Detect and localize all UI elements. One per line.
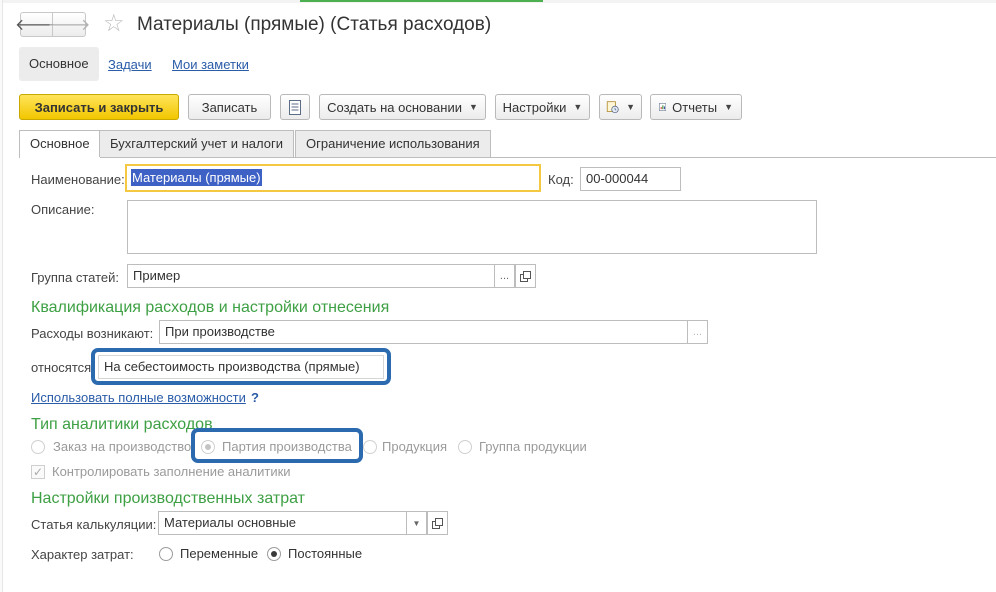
report-icon [659, 103, 667, 111]
code-label: Код: [548, 172, 574, 187]
name-value: Материалы (прямые) [131, 169, 262, 186]
control-analytics-checkbox[interactable]: ✓ Контролировать заполнение аналитики [31, 464, 291, 479]
section-tab-main[interactable]: Основное [19, 47, 99, 81]
forward-button[interactable]: 🡒 [48, 12, 90, 37]
arrow-right-icon: 🡒 [47, 17, 91, 34]
save-and-close-label: Записать и закрыть [34, 99, 164, 115]
tab-main[interactable]: Основное [19, 130, 101, 158]
attributed-field[interactable]: На себестоимость производства (прямые) [98, 355, 384, 379]
ellipsis-icon: ... [499, 270, 510, 282]
name-field[interactable]: Материалы (прямые) [125, 164, 541, 192]
production-heading: Настройки производственных затрат [31, 490, 305, 507]
radio-indicator [458, 439, 472, 454]
radio-fixed[interactable]: Постоянные [267, 546, 362, 561]
attachments-icon [606, 101, 619, 114]
radio-product[interactable]: Продукция [363, 439, 447, 454]
arise-label: Расходы возникают: [31, 326, 154, 341]
radio-indicator [159, 546, 173, 561]
document-list-icon [289, 99, 301, 115]
radio-indicator [201, 439, 215, 454]
radio-indicator [363, 439, 377, 454]
create-based-on-label: Создать на основании [327, 99, 462, 115]
star-icon[interactable]: ☆ [103, 12, 125, 36]
description-field[interactable] [127, 200, 817, 254]
ellipsis-icon: ... [692, 326, 703, 338]
group-select-button[interactable]: ... [494, 264, 515, 288]
arise-select-button[interactable]: ... [687, 320, 708, 344]
chevron-down-icon: ▼ [573, 102, 583, 112]
chevron-down-icon: ▼ [724, 102, 733, 112]
chevron-down-icon: ▼ [468, 102, 478, 112]
save-label: Записать [201, 99, 258, 115]
left-edge [0, 0, 3, 592]
top-border [0, 0, 996, 3]
checkmark-icon: ✓ [31, 464, 45, 479]
radio-variable[interactable]: Переменные [159, 546, 258, 561]
section-tab-notes[interactable]: Мои заметки [172, 57, 249, 72]
attachments-button[interactable]: ▼ [599, 94, 642, 120]
attributed-label: относятся [31, 360, 92, 375]
group-label: Группа статей: [31, 270, 119, 285]
open-icon [520, 270, 531, 282]
chevron-down-icon: ▼ [626, 102, 635, 112]
save-button[interactable]: Записать [188, 94, 271, 120]
radio-label: Группа продукции [479, 439, 587, 454]
description-label: Описание: [31, 202, 95, 217]
document-list-button[interactable] [280, 94, 310, 120]
radio-label: Постоянные [288, 546, 363, 561]
settings-label: Настройки [502, 99, 567, 115]
arise-field[interactable]: При производстве [159, 320, 688, 344]
name-label: Наименование: [31, 172, 125, 187]
checkbox-label: Контролировать заполнение аналитики [52, 464, 291, 479]
group-open-button[interactable] [515, 264, 536, 288]
radio-label: Переменные [180, 546, 259, 561]
use-full-features-link[interactable]: Использовать полные возможности [31, 390, 246, 405]
help-icon[interactable]: ? [251, 390, 259, 405]
radio-label: Заказ на производство [53, 439, 192, 454]
code-field[interactable]: 00-000044 [580, 167, 681, 191]
reports-button[interactable]: Отчеты ▼ [650, 94, 742, 120]
analytics-heading: Тип аналитики расходов [31, 416, 213, 433]
tab-usage-restriction[interactable]: Ограничение использования [295, 130, 491, 157]
calc-open-button[interactable] [427, 511, 448, 535]
radio-production-batch[interactable]: Партия производства [201, 439, 352, 454]
tabs-divider [19, 157, 996, 158]
chevron-down-icon: ▼ [412, 518, 421, 528]
tab-accounting[interactable]: Бухгалтерский учет и налоги [99, 130, 294, 157]
settings-button[interactable]: Настройки ▼ [495, 94, 590, 120]
calc-dropdown-button[interactable]: ▼ [406, 511, 427, 535]
section-tab-tasks[interactable]: Задачи [108, 57, 152, 72]
reports-label: Отчеты [672, 99, 718, 115]
page-title: Материалы (прямые) (Статья расходов) [137, 14, 492, 35]
radio-label: Партия производства [222, 439, 352, 454]
radio-product-group[interactable]: Группа продукции [458, 439, 587, 454]
nature-label: Характер затрат: [31, 547, 134, 562]
calc-label: Статья калькуляции: [31, 517, 157, 532]
radio-indicator [267, 546, 281, 561]
qualification-heading: Квалификация расходов и настройки отнесе… [31, 299, 390, 316]
active-window-indicator [300, 0, 543, 2]
radio-production-order[interactable]: Заказ на производство [31, 439, 191, 454]
radio-indicator [31, 439, 45, 454]
radio-label: Продукция [382, 439, 448, 454]
create-based-on-button[interactable]: Создать на основании ▼ [319, 94, 486, 120]
group-field[interactable]: Пример [127, 264, 495, 288]
save-and-close-button[interactable]: Записать и закрыть [19, 94, 179, 120]
open-icon [432, 517, 443, 529]
calc-field[interactable]: Материалы основные [158, 511, 407, 535]
